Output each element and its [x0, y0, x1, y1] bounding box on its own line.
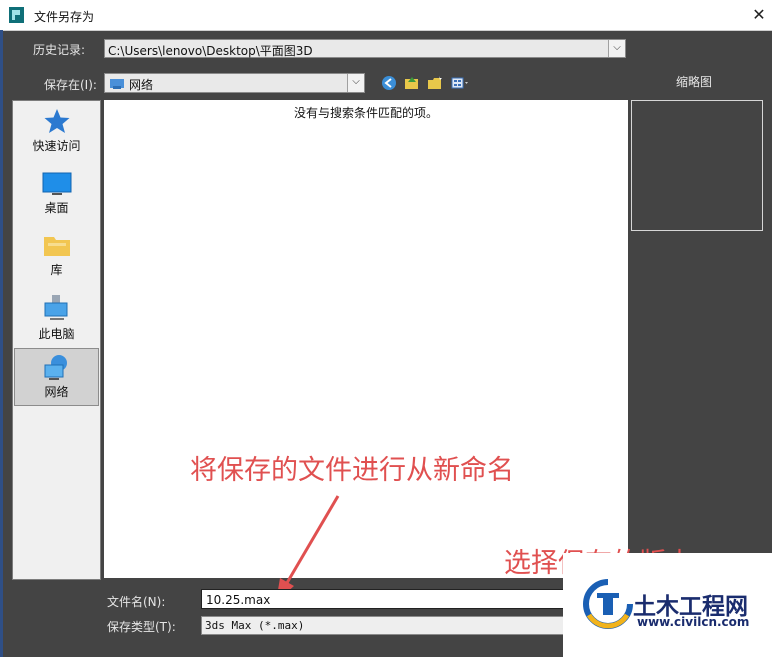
up-folder-icon[interactable]	[403, 75, 421, 91]
place-label: 库	[50, 263, 63, 277]
place-label: 桌面	[44, 201, 69, 215]
place-library[interactable]: 库	[14, 227, 99, 285]
back-icon[interactable]	[380, 75, 398, 91]
filename-input[interactable]: 10.25.max	[201, 589, 581, 609]
computer-icon	[44, 295, 67, 320]
watermark-url: www.civilcn.com	[637, 615, 750, 629]
network-icon	[44, 355, 67, 380]
filetype-select[interactable]: 3ds Max (*.max)	[201, 616, 581, 635]
filetype-label: 保存类型(T):	[107, 620, 176, 634]
3dsmax-app-icon	[9, 7, 24, 23]
network-folder-icon	[110, 79, 124, 89]
new-folder-icon[interactable]	[426, 75, 444, 91]
history-combo[interactable]: C:\Users\lenovo\Desktop\平面图3D ⌵	[104, 39, 626, 58]
title-bar: 文件另存为 ✕	[0, 0, 772, 31]
thumbnail-preview	[631, 100, 763, 231]
place-desktop[interactable]: 桌面	[14, 165, 99, 223]
place-network[interactable]: 网络	[14, 348, 99, 406]
place-quick-access[interactable]: 快速访问	[14, 103, 99, 161]
place-label: 此电脑	[38, 327, 75, 341]
save-in-value: 网络	[129, 78, 154, 92]
save-in-combo[interactable]: 网络 ⌵	[104, 73, 365, 93]
chevron-down-icon[interactable]: ⌵	[347, 74, 364, 92]
rename-annotation: 将保存的文件进行从新命名	[190, 455, 514, 486]
file-list[interactable]: 没有与搜索条件匹配的项。	[104, 100, 628, 578]
history-label: 历史记录:	[33, 43, 86, 57]
annotation-arrow-icon	[276, 495, 340, 602]
chevron-down-icon[interactable]: ⌵	[608, 40, 625, 57]
filename-label: 文件名(N):	[107, 595, 166, 609]
place-label: 网络	[44, 385, 69, 399]
place-this-pc[interactable]: 此电脑	[14, 289, 99, 347]
window-edge	[0, 30, 3, 657]
thumbnail-label: 缩略图	[676, 75, 713, 89]
history-value: C:\Users\lenovo\Desktop\平面图3D	[108, 44, 313, 58]
civilcn-logo-icon	[583, 579, 633, 629]
window-title: 文件另存为	[34, 10, 95, 24]
star-icon	[44, 109, 69, 133]
desktop-icon	[42, 172, 71, 195]
close-button[interactable]: ✕	[748, 4, 770, 26]
place-label: 快速访问	[32, 139, 81, 153]
empty-message: 没有与搜索条件匹配的项。	[293, 106, 438, 120]
watermark: 土木工程网 www.civilcn.com	[563, 553, 772, 657]
places-bar: 快速访问 桌面 库 此电脑 网络	[12, 100, 101, 580]
view-menu-icon[interactable]	[450, 75, 468, 91]
library-icon	[43, 237, 70, 256]
save-in-label: 保存在(I):	[44, 78, 97, 92]
